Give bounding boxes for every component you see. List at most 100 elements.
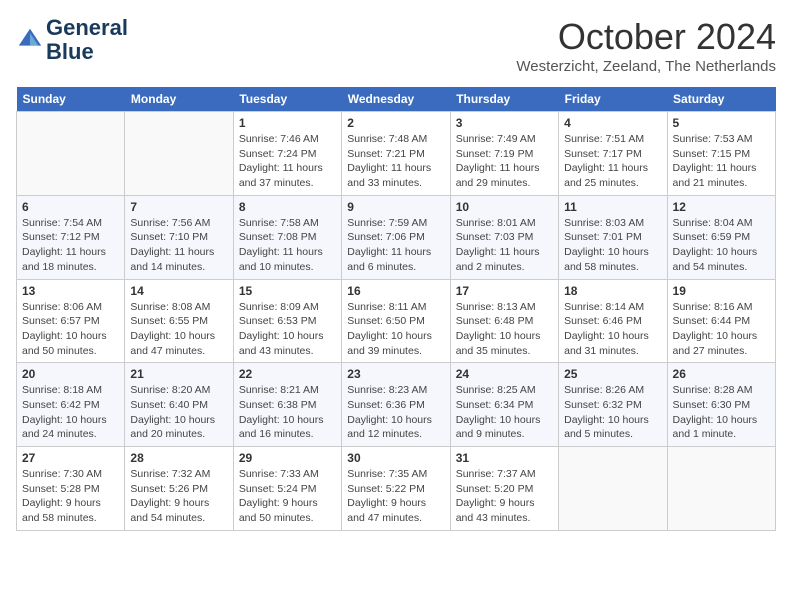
calendar-day-11: 11 Sunrise: 8:03 AM Sunset: 7:01 PM Dayli… [559,195,667,279]
calendar-day-empty [125,112,233,196]
day-info: Sunrise: 8:06 AM Sunset: 6:57 PM Dayligh… [22,300,119,359]
calendar-day-12: 12Sunrise: 8:04 AM Sunset: 6:59 PM Dayli… [667,195,775,279]
logo-line2: Blue [46,40,128,64]
day-info: Sunrise: 7:35 AM Sunset: 5:22 PM Dayligh… [347,467,444,526]
calendar-week-row: 20 Sunrise: 8:18 AM Sunset: 6:42 PM Dayli… [17,363,776,447]
calendar-day-10: 10 Sunrise: 8:01 AM Sunset: 7:03 PM Dayli… [450,195,558,279]
calendar-body: 1Sunrise: 7:46 AM Sunset: 7:24 PM Daylig… [17,112,776,531]
day-number: 13 [22,284,119,298]
calendar-day-2: 2 Sunrise: 7:48 AM Sunset: 7:21 PM Daylig… [342,112,450,196]
logo-line1: General [46,16,128,40]
day-info: Sunrise: 8:26 AM Sunset: 6:32 PM Dayligh… [564,383,661,442]
day-info: Sunrise: 8:11 AM Sunset: 6:50 PM Dayligh… [347,300,444,359]
calendar-day-24: 24Sunrise: 8:25 AM Sunset: 6:34 PM Dayli… [450,363,558,447]
day-info: Sunrise: 8:18 AM Sunset: 6:42 PM Dayligh… [22,383,119,442]
calendar-day-5: 5Sunrise: 7:53 AM Sunset: 7:15 PM Daylig… [667,112,775,196]
day-info: Sunrise: 7:59 AM Sunset: 7:06 PM Dayligh… [347,216,444,275]
day-info: Sunrise: 7:58 AM Sunset: 7:08 PM Dayligh… [239,216,336,275]
calendar-week-row: 27Sunrise: 7:30 AM Sunset: 5:28 PM Dayli… [17,447,776,531]
calendar-day-20: 20 Sunrise: 8:18 AM Sunset: 6:42 PM Dayli… [17,363,125,447]
calendar-day-18: 18 Sunrise: 8:14 AM Sunset: 6:46 PM Dayli… [559,279,667,363]
day-info: Sunrise: 8:14 AM Sunset: 6:46 PM Dayligh… [564,300,661,359]
day-info: Sunrise: 7:46 AM Sunset: 7:24 PM Dayligh… [239,132,336,191]
day-number: 29 [239,451,336,465]
day-info: Sunrise: 7:48 AM Sunset: 7:21 PM Dayligh… [347,132,444,191]
day-number: 2 [347,116,444,130]
day-number: 16 [347,284,444,298]
day-number: 20 [22,367,119,381]
weekday-thursday: Thursday [450,87,558,112]
calendar-day-empty [17,112,125,196]
weekday-sunday: Sunday [17,87,125,112]
day-number: 6 [22,200,119,214]
day-info: Sunrise: 8:23 AM Sunset: 6:36 PM Dayligh… [347,383,444,442]
logo: General Blue [16,16,128,64]
day-number: 23 [347,367,444,381]
calendar-day-1: 1Sunrise: 7:46 AM Sunset: 7:24 PM Daylig… [233,112,341,196]
day-info: Sunrise: 8:03 AM Sunset: 7:01 PM Dayligh… [564,216,661,275]
day-number: 7 [130,200,227,214]
calendar-day-empty [667,447,775,531]
day-number: 26 [673,367,770,381]
calendar-day-3: 3 Sunrise: 7:49 AM Sunset: 7:19 PM Daylig… [450,112,558,196]
day-number: 8 [239,200,336,214]
calendar-day-17: 17Sunrise: 8:13 AM Sunset: 6:48 PM Dayli… [450,279,558,363]
calendar-day-19: 19Sunrise: 8:16 AM Sunset: 6:44 PM Dayli… [667,279,775,363]
calendar-day-31: 31 Sunrise: 7:37 AM Sunset: 5:20 PM Dayli… [450,447,558,531]
location: Westerzicht, Zeeland, The Netherlands [516,58,776,75]
day-number: 21 [130,367,227,381]
day-number: 31 [456,451,553,465]
day-info: Sunrise: 7:33 AM Sunset: 5:24 PM Dayligh… [239,467,336,526]
calendar-day-26: 26 Sunrise: 8:28 AM Sunset: 6:30 PM Dayli… [667,363,775,447]
day-number: 3 [456,116,553,130]
weekday-header-row: SundayMondayTuesdayWednesdayThursdayFrid… [17,87,776,112]
day-info: Sunrise: 7:51 AM Sunset: 7:17 PM Dayligh… [564,132,661,191]
calendar-week-row: 13 Sunrise: 8:06 AM Sunset: 6:57 PM Dayli… [17,279,776,363]
weekday-wednesday: Wednesday [342,87,450,112]
weekday-tuesday: Tuesday [233,87,341,112]
calendar-day-empty [559,447,667,531]
day-number: 10 [456,200,553,214]
day-info: Sunrise: 8:20 AM Sunset: 6:40 PM Dayligh… [130,383,227,442]
logo-text: General Blue [46,16,128,64]
day-number: 15 [239,284,336,298]
day-number: 19 [673,284,770,298]
calendar-day-22: 22 Sunrise: 8:21 AM Sunset: 6:38 PM Dayli… [233,363,341,447]
day-info: Sunrise: 7:37 AM Sunset: 5:20 PM Dayligh… [456,467,553,526]
weekday-monday: Monday [125,87,233,112]
month-year: October 2024 [516,16,776,58]
day-info: Sunrise: 7:49 AM Sunset: 7:19 PM Dayligh… [456,132,553,191]
calendar-day-29: 29 Sunrise: 7:33 AM Sunset: 5:24 PM Dayli… [233,447,341,531]
calendar-day-14: 14Sunrise: 8:08 AM Sunset: 6:55 PM Dayli… [125,279,233,363]
day-info: Sunrise: 7:53 AM Sunset: 7:15 PM Dayligh… [673,132,770,191]
calendar-day-25: 25 Sunrise: 8:26 AM Sunset: 6:32 PM Dayli… [559,363,667,447]
calendar-day-15: 15Sunrise: 8:09 AM Sunset: 6:53 PM Dayli… [233,279,341,363]
day-number: 11 [564,200,661,214]
day-info: Sunrise: 7:30 AM Sunset: 5:28 PM Dayligh… [22,467,119,526]
calendar-day-9: 9Sunrise: 7:59 AM Sunset: 7:06 PM Daylig… [342,195,450,279]
day-info: Sunrise: 7:56 AM Sunset: 7:10 PM Dayligh… [130,216,227,275]
calendar-day-21: 21 Sunrise: 8:20 AM Sunset: 6:40 PM Dayli… [125,363,233,447]
day-info: Sunrise: 8:28 AM Sunset: 6:30 PM Dayligh… [673,383,770,442]
day-info: Sunrise: 8:01 AM Sunset: 7:03 PM Dayligh… [456,216,553,275]
title-block: October 2024 Westerzicht, Zeeland, The N… [516,16,776,75]
logo-icon [16,26,44,54]
day-number: 18 [564,284,661,298]
weekday-friday: Friday [559,87,667,112]
calendar-table: SundayMondayTuesdayWednesdayThursdayFrid… [16,87,776,531]
day-number: 22 [239,367,336,381]
day-number: 14 [130,284,227,298]
day-number: 28 [130,451,227,465]
calendar-week-row: 6Sunrise: 7:54 AM Sunset: 7:12 PM Daylig… [17,195,776,279]
day-number: 25 [564,367,661,381]
page-header: General Blue October 2024 Westerzicht, Z… [16,16,776,75]
day-number: 4 [564,116,661,130]
day-info: Sunrise: 8:21 AM Sunset: 6:38 PM Dayligh… [239,383,336,442]
calendar-day-13: 13 Sunrise: 8:06 AM Sunset: 6:57 PM Dayli… [17,279,125,363]
calendar-day-8: 8 Sunrise: 7:58 AM Sunset: 7:08 PM Daylig… [233,195,341,279]
day-number: 24 [456,367,553,381]
day-number: 30 [347,451,444,465]
calendar-day-7: 7 Sunrise: 7:56 AM Sunset: 7:10 PM Daylig… [125,195,233,279]
calendar-day-23: 23 Sunrise: 8:23 AM Sunset: 6:36 PM Dayli… [342,363,450,447]
day-info: Sunrise: 8:04 AM Sunset: 6:59 PM Dayligh… [673,216,770,275]
